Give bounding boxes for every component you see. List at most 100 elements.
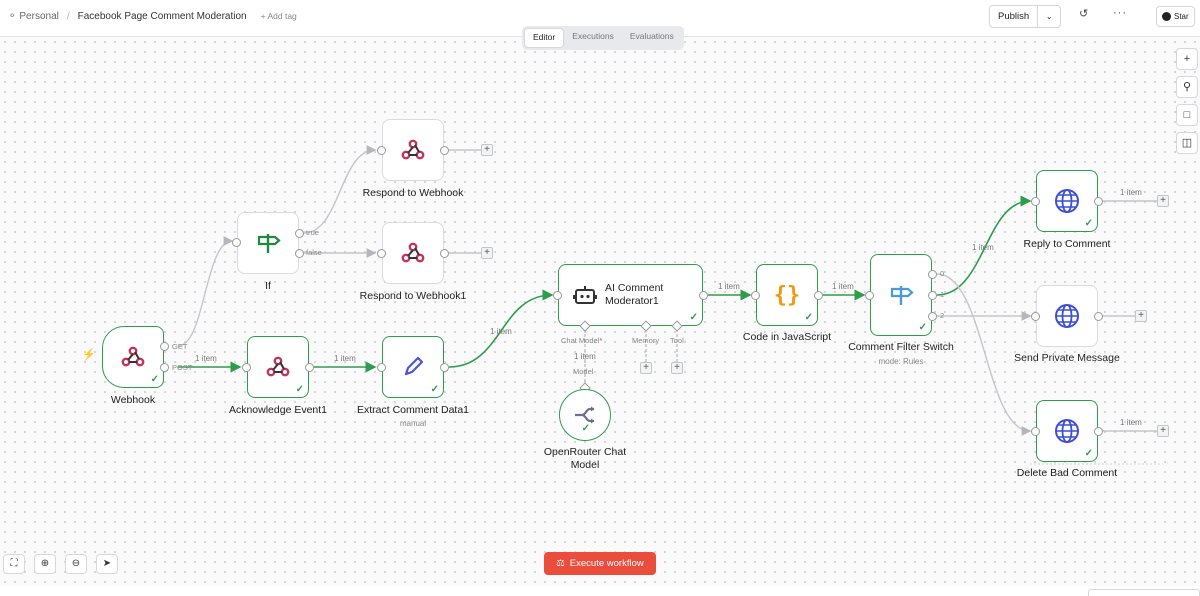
- output-handle-code[interactable]: [814, 291, 823, 300]
- add-node-plus-icon[interactable]: +: [481, 247, 493, 259]
- output-handle-reply[interactable]: [1094, 197, 1103, 206]
- output-label-true: true: [306, 228, 319, 237]
- node-label-respond1: Respond to Webhook1: [359, 290, 467, 302]
- add-tag-button[interactable]: + Add tag: [261, 11, 297, 21]
- edge-label-reply-out: 1 item: [1120, 188, 1142, 197]
- node-acknowledge-event1[interactable]: ✓: [247, 336, 309, 398]
- sticky-note-icon[interactable]: □: [1176, 104, 1198, 126]
- workflow-canvas[interactable]: ⚡ ✓ GET POST Webhook 1 item true false I…: [0, 37, 1200, 586]
- robot-icon: [573, 286, 597, 304]
- model-connector-label: Model: [573, 367, 594, 376]
- publish-button[interactable]: Publish: [990, 6, 1039, 27]
- add-tool-plus-icon[interactable]: +: [671, 362, 683, 374]
- output-handle-extract[interactable]: [440, 363, 449, 372]
- zoom-out-icon[interactable]: ⊖: [65, 554, 87, 574]
- success-check-icon: ✓: [150, 374, 159, 385]
- node-reply-to-comment[interactable]: ✓: [1036, 170, 1098, 232]
- zoom-in-icon[interactable]: ⊕: [34, 554, 56, 574]
- output-handle-ack[interactable]: [305, 363, 314, 372]
- bottom-panel-tab[interactable]: [1088, 589, 1200, 596]
- output-handle-private[interactable]: [1094, 312, 1103, 321]
- pointer-tool-icon[interactable]: ➤: [96, 554, 118, 574]
- output-handle-0[interactable]: [928, 270, 937, 279]
- node-webhook[interactable]: ✓: [102, 326, 164, 388]
- add-memory-plus-icon[interactable]: +: [640, 362, 652, 374]
- edge-label-webhook-ack: 1 item: [195, 354, 217, 363]
- node-subtitle-switch: mode: Rules: [878, 357, 924, 366]
- input-handle-code[interactable]: [751, 291, 760, 300]
- input-handle-respond1[interactable]: [377, 249, 386, 258]
- node-if[interactable]: [237, 212, 299, 274]
- output-handle-true[interactable]: [295, 229, 304, 238]
- input-handle-private[interactable]: [1031, 312, 1040, 321]
- output-handle-false[interactable]: [295, 249, 304, 258]
- node-respond-to-webhook1[interactable]: [382, 222, 444, 284]
- workflow-name[interactable]: Facebook Page Comment Moderation: [78, 11, 247, 22]
- tab-editor[interactable]: Editor: [524, 28, 565, 48]
- node-label-delete: Delete Bad Comment: [1016, 467, 1118, 479]
- success-check-icon: ✓: [581, 423, 590, 434]
- input-handle-switch[interactable]: [865, 291, 874, 300]
- output-label-1: 1: [940, 290, 945, 299]
- github-icon: [1162, 12, 1171, 21]
- node-respond-to-webhook[interactable]: [382, 119, 444, 181]
- node-label-reply: Reply to Comment: [1023, 238, 1111, 250]
- output-handle-respond[interactable]: [440, 146, 449, 155]
- success-check-icon: ✓: [295, 384, 304, 395]
- input-handle-reply[interactable]: [1031, 197, 1040, 206]
- trigger-bolt-icon: ⚡: [82, 349, 96, 361]
- node-ai-comment-moderator1[interactable]: AI Comment Moderator1 ✓: [558, 264, 703, 326]
- output-handle-get[interactable]: [160, 342, 169, 351]
- search-icon[interactable]: ⚲: [1176, 76, 1198, 98]
- output-handle-respond1[interactable]: [440, 249, 449, 258]
- breadcrumb: ⚬ Personal / Facebook Page Comment Moder…: [8, 0, 297, 32]
- add-node-plus-icon[interactable]: +: [1135, 310, 1147, 322]
- node-send-private-message[interactable]: [1036, 285, 1098, 347]
- input-handle-delete[interactable]: [1031, 427, 1040, 436]
- input-handle-ack[interactable]: [242, 363, 251, 372]
- globe-icon: [1055, 189, 1079, 213]
- input-handle-if[interactable]: [232, 238, 241, 247]
- output-handle-2[interactable]: [928, 312, 937, 321]
- pencil-icon: [404, 356, 424, 376]
- node-delete-bad-comment[interactable]: ✓: [1036, 400, 1098, 462]
- node-label-ack: Acknowledge Event1: [228, 404, 328, 416]
- edge-label-switch-reply: 1 item: [972, 243, 994, 252]
- output-label-0: 0: [940, 269, 945, 278]
- fit-view-icon[interactable]: ⛶: [3, 554, 25, 574]
- side-panel-icon[interactable]: ◫: [1176, 132, 1198, 154]
- edge-label-code-switch: 1 item: [832, 282, 854, 291]
- workspace-link[interactable]: ⚬ Personal: [8, 11, 59, 22]
- chevron-down-icon[interactable]: ⌄: [1038, 6, 1060, 27]
- code-braces-icon: {}: [773, 282, 801, 308]
- output-handle-post[interactable]: [160, 363, 169, 372]
- input-handle-respond[interactable]: [377, 146, 386, 155]
- history-icon[interactable]: ↺: [1079, 7, 1088, 20]
- user-icon: ⚬: [8, 10, 17, 22]
- ai-node-title: AI Comment Moderator1: [605, 282, 664, 307]
- node-label-openrouter: OpenRouter Chat Model: [543, 446, 627, 471]
- memory-label: Memory: [632, 336, 660, 345]
- edge-label-ack-extract: 1 item: [334, 354, 356, 363]
- node-comment-filter-switch[interactable]: ✓: [870, 254, 932, 336]
- execute-workflow-button[interactable]: ⚖ Execute workflow: [544, 552, 656, 575]
- add-node-button[interactable]: +: [1176, 48, 1198, 70]
- output-handle-1[interactable]: [928, 291, 937, 300]
- add-node-plus-icon[interactable]: +: [1157, 195, 1169, 207]
- input-handle-ai[interactable]: [553, 291, 562, 300]
- tab-executions[interactable]: Executions: [564, 28, 622, 48]
- add-node-plus-icon[interactable]: +: [1157, 425, 1169, 437]
- webhook-icon: [266, 356, 290, 377]
- output-handle-ai[interactable]: [699, 291, 708, 300]
- more-options-icon[interactable]: ···: [1113, 7, 1127, 19]
- node-extract-comment-data1[interactable]: ✓: [382, 336, 444, 398]
- node-openrouter-chat-model[interactable]: ✓: [559, 389, 611, 441]
- tab-evaluations[interactable]: Evaluations: [622, 28, 682, 48]
- input-handle-extract[interactable]: [377, 363, 386, 372]
- node-label-code: Code in JavaScript: [742, 331, 832, 343]
- output-handle-delete[interactable]: [1094, 427, 1103, 436]
- github-star-button[interactable]: Star: [1156, 6, 1195, 27]
- node-code-in-javascript[interactable]: {} ✓: [756, 264, 818, 326]
- add-node-plus-icon[interactable]: +: [481, 144, 493, 156]
- edge-label-ai-code: 1 item: [718, 282, 740, 291]
